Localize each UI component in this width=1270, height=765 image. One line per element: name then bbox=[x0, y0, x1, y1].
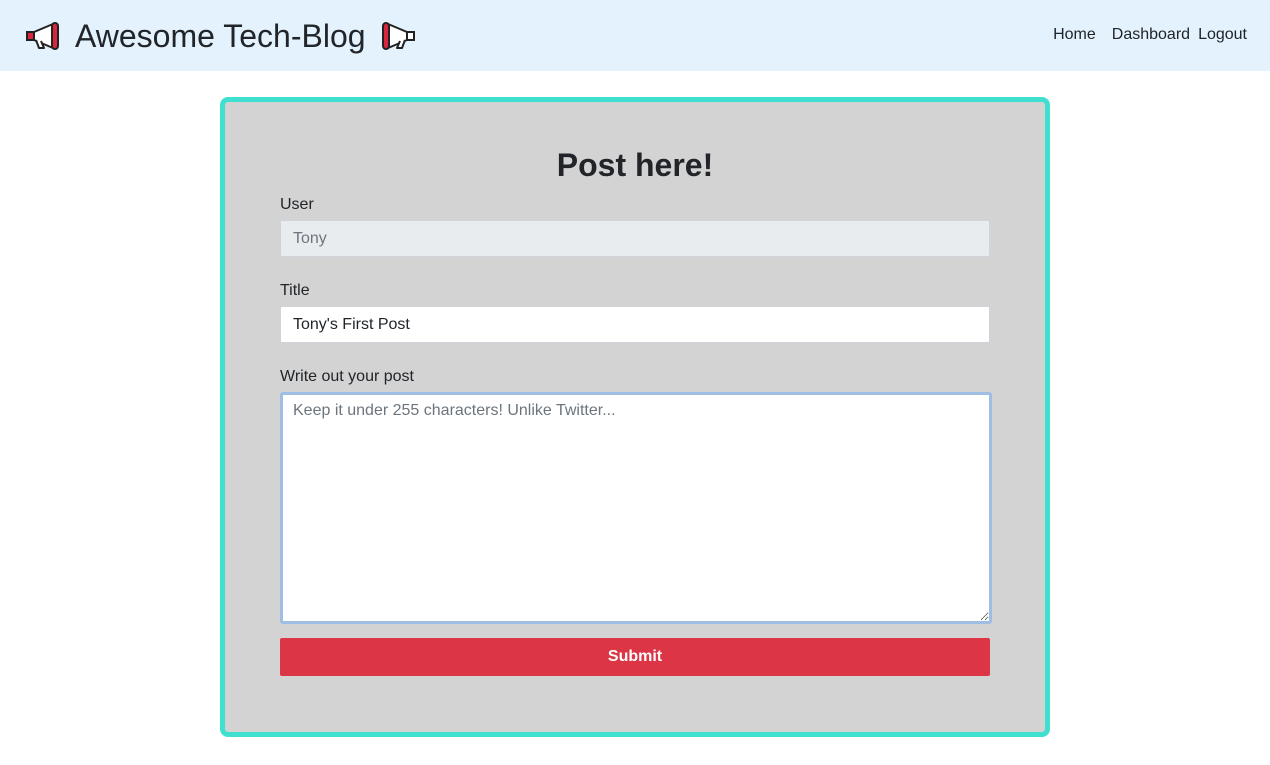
title-field[interactable] bbox=[280, 306, 990, 343]
navbar: Awesome Tech-Blog Home Dashboard Logout bbox=[0, 0, 1270, 71]
user-label: User bbox=[280, 196, 314, 213]
megaphone-icon bbox=[26, 22, 59, 50]
title-label: Title bbox=[280, 282, 310, 299]
post-textarea[interactable] bbox=[280, 392, 992, 624]
nav-link-logout[interactable]: Logout bbox=[1198, 24, 1247, 46]
nav-link-home[interactable]: Home bbox=[1053, 24, 1096, 46]
brand[interactable]: Awesome Tech-Blog bbox=[25, 14, 416, 58]
brand-title: Awesome Tech-Blog bbox=[75, 18, 366, 54]
submit-button[interactable]: Submit bbox=[280, 638, 990, 676]
megaphone-icon bbox=[381, 22, 415, 50]
post-label: Write out your post bbox=[280, 368, 414, 385]
user-field[interactable] bbox=[280, 220, 990, 257]
post-form-card: Post here! User Title Write out your pos… bbox=[220, 97, 1050, 737]
nav-links: Home Dashboard Logout bbox=[1053, 24, 1247, 46]
nav-link-dashboard[interactable]: Dashboard bbox=[1112, 24, 1190, 46]
page-title: Post here! bbox=[556, 147, 714, 183]
